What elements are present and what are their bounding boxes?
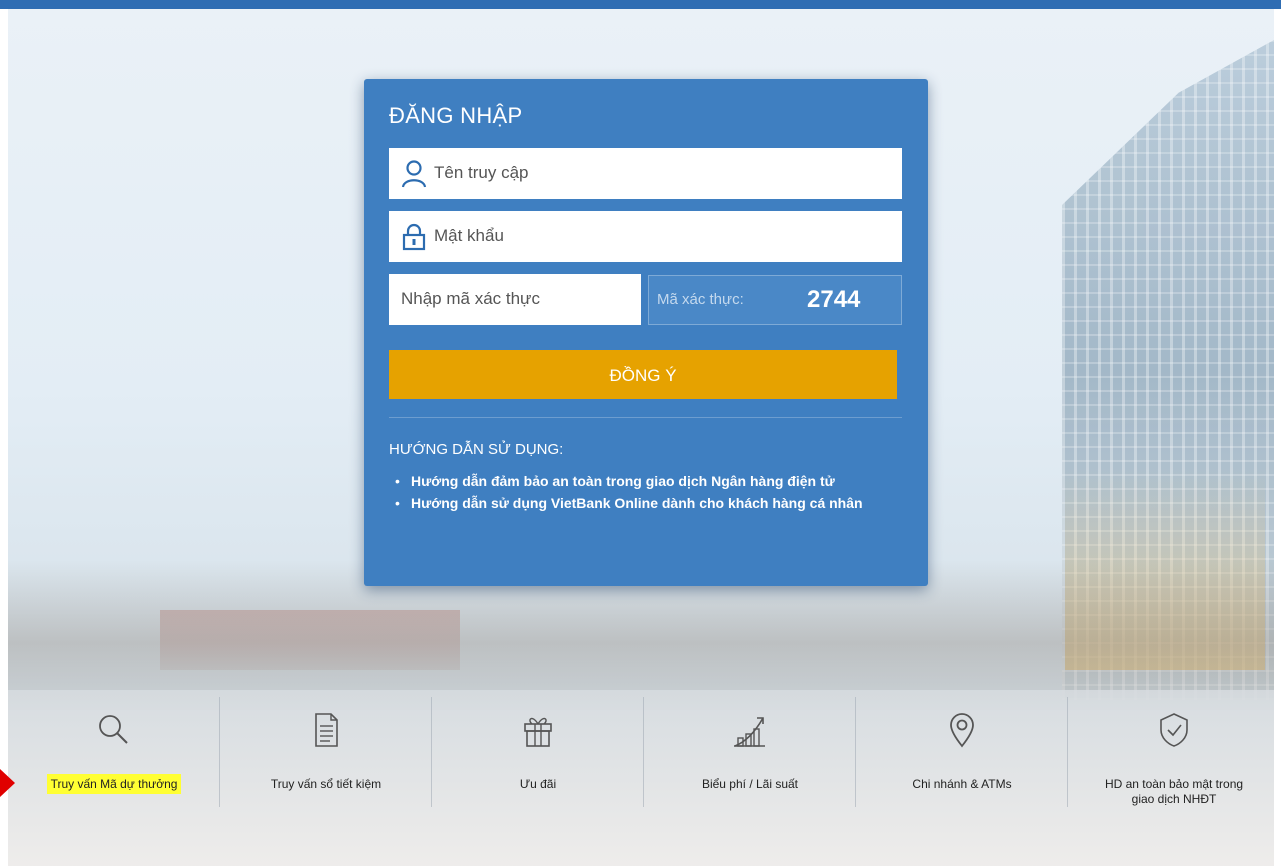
- location-pin-icon: [950, 713, 974, 748]
- captcha-code: 2744: [807, 286, 861, 313]
- quick-link-label: Biểu phí / Lãi suất: [701, 777, 799, 791]
- login-title: ĐĂNG NHẬP: [389, 103, 523, 128]
- login-panel: ĐĂNG NHẬP Tên truy cập Mật khẩu Nhập mã …: [364, 79, 928, 586]
- captcha-placeholder: Nhập mã xác thực: [401, 289, 540, 308]
- lock-icon: [402, 223, 426, 251]
- password-placeholder: Mật khẩu: [434, 226, 504, 245]
- guide-item-security: Hướng dẫn đảm bảo an toàn trong giao dịc…: [389, 472, 909, 491]
- chart-icon: [734, 717, 765, 747]
- quick-link-label: Truy vấn sổ tiết kiệm: [270, 777, 382, 791]
- quick-link-prize-code[interactable]: Truy vấn Mã dự thưởng: [8, 692, 220, 822]
- left-edge: [0, 9, 8, 866]
- search-icon: [99, 715, 128, 744]
- guide-link-security[interactable]: Hướng dẫn đảm bảo an toàn trong giao dịc…: [411, 473, 835, 489]
- password-field[interactable]: Mật khẩu: [389, 211, 902, 262]
- highlighted-label: Truy vấn Mã dự thưởng: [46, 774, 182, 794]
- document-icon: [315, 713, 338, 747]
- quick-link-label: Chi nhánh & ATMs: [912, 777, 1012, 791]
- username-field[interactable]: Tên truy cập: [389, 148, 902, 199]
- quick-link-offers[interactable]: Ưu đãi: [432, 692, 644, 822]
- guide-list: Hướng dẫn đảm bảo an toàn trong giao dịc…: [389, 472, 909, 516]
- divider: [389, 417, 902, 418]
- gift-icon: [524, 717, 552, 747]
- background-rooftops: [160, 610, 460, 670]
- top-bar: [0, 0, 1281, 9]
- quick-links-bar: Truy vấn Mã dự thưởng Truy vấn sổ tiết k…: [8, 692, 1274, 832]
- username-placeholder: Tên truy cập: [434, 163, 529, 182]
- quick-link-branches[interactable]: Chi nhánh & ATMs: [856, 692, 1068, 822]
- user-icon: [401, 160, 427, 188]
- captcha-display: Mã xác thực: 2744: [648, 275, 902, 325]
- quick-link-fees-rates[interactable]: Biểu phí / Lãi suất: [644, 692, 856, 822]
- quick-link-label: Ưu đãi: [519, 777, 557, 791]
- captcha-label: Mã xác thực:: [657, 291, 744, 308]
- quick-link-savings[interactable]: Truy vấn sổ tiết kiệm: [220, 692, 432, 822]
- quick-link-label: HD an toàn bảo mật trong giao dịch NHĐT: [1104, 777, 1244, 806]
- captcha-input[interactable]: Nhập mã xác thực: [389, 274, 641, 325]
- guide-item-usage: Hướng dẫn sử dụng VietBank Online dành c…: [389, 494, 909, 513]
- quick-link-label: Truy vấn Mã dự thưởng: [8, 774, 220, 794]
- guide-title: HƯỚNG DẪN SỬ DỤNG:: [389, 441, 564, 458]
- shield-check-icon: [1160, 713, 1188, 747]
- annotation-arrow: [0, 769, 15, 797]
- quick-link-security-guide[interactable]: HD an toàn bảo mật trong giao dịch NHĐT: [1068, 692, 1280, 822]
- submit-button[interactable]: ĐỒNG Ý: [389, 350, 897, 399]
- guide-link-usage[interactable]: Hướng dẫn sử dụng VietBank Online dành c…: [411, 495, 863, 511]
